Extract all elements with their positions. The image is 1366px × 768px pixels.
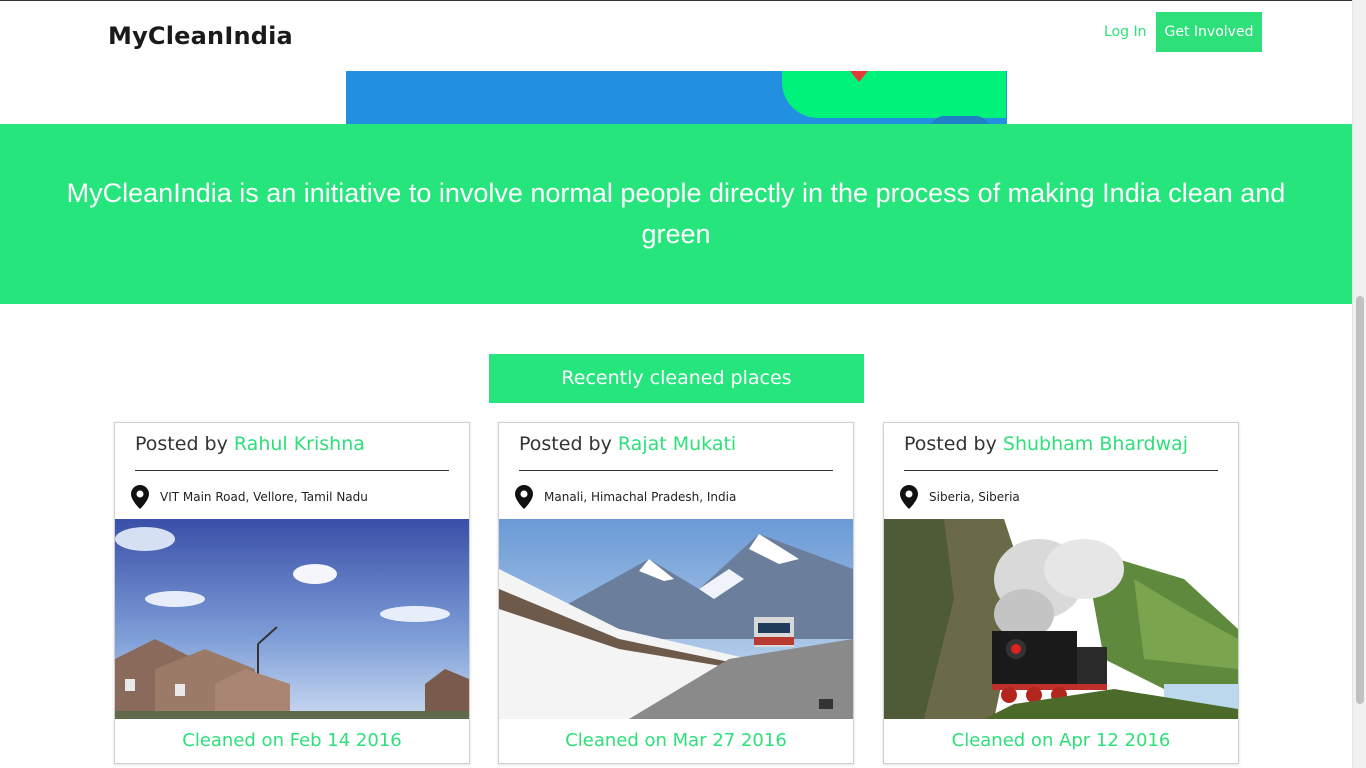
steam-train-photo (884, 519, 1238, 719)
place-card[interactable]: Posted by Shubham Bhardwaj Siberia, Sibe… (883, 422, 1239, 764)
posted-by-label: Posted by (904, 433, 1003, 455)
brand-logo[interactable]: MyCleanIndia (108, 22, 293, 50)
scrollbar-thumb[interactable] (1356, 296, 1364, 704)
snowy-mountain-road-photo (499, 519, 853, 719)
location-text: Manali, Himachal Pradesh, India (544, 490, 737, 504)
page-scrollbar[interactable] (1352, 0, 1366, 768)
card-location: Manali, Himachal Pradesh, India (515, 485, 736, 509)
hero-pin-icon (850, 71, 868, 82)
hero-illustration (0, 71, 1352, 124)
cleaned-date: Cleaned on Mar 27 2016 (565, 730, 787, 751)
recently-cleaned-heading: Recently cleaned places (489, 354, 864, 403)
cleaned-date: Cleaned on Apr 12 2016 (951, 730, 1171, 751)
place-card[interactable]: Posted by Rajat Mukati Manali, Himachal … (498, 422, 854, 764)
posted-by-label: Posted by (519, 433, 618, 455)
login-link[interactable]: Log In (1104, 24, 1146, 40)
author-link[interactable]: Rajat Mukati (618, 433, 736, 455)
suburban-street-photo (115, 519, 469, 719)
cleaned-date: Cleaned on Feb 14 2016 (182, 730, 402, 751)
card-location: Siberia, Siberia (900, 485, 1020, 509)
card-location: VIT Main Road, Vellore, Tamil Nadu (131, 485, 368, 509)
get-involved-button[interactable]: Get Involved (1156, 12, 1262, 52)
navbar: MyCleanIndia Log In Get Involved (0, 0, 1352, 71)
card-header: Posted by Rajat Mukati (519, 433, 833, 471)
card-header: Posted by Shubham Bhardwaj (904, 433, 1218, 471)
location-text: VIT Main Road, Vellore, Tamil Nadu (160, 490, 368, 504)
card-header: Posted by Rahul Krishna (135, 433, 449, 471)
posted-by-label: Posted by (135, 433, 234, 455)
mission-banner: MyCleanIndia is an initiative to involve… (0, 124, 1352, 304)
map-pin-icon (515, 485, 533, 509)
map-pin-icon (900, 485, 918, 509)
author-link[interactable]: Shubham Bhardwaj (1003, 433, 1188, 455)
author-link[interactable]: Rahul Krishna (234, 433, 365, 455)
mission-text: MyCleanIndia is an initiative to involve… (66, 178, 1286, 249)
map-pin-icon (131, 485, 149, 509)
place-card[interactable]: Posted by Rahul Krishna VIT Main Road, V… (114, 422, 470, 764)
location-text: Siberia, Siberia (929, 490, 1020, 504)
hero-curve-shape (930, 116, 990, 124)
hero-green-shape (782, 71, 1006, 118)
